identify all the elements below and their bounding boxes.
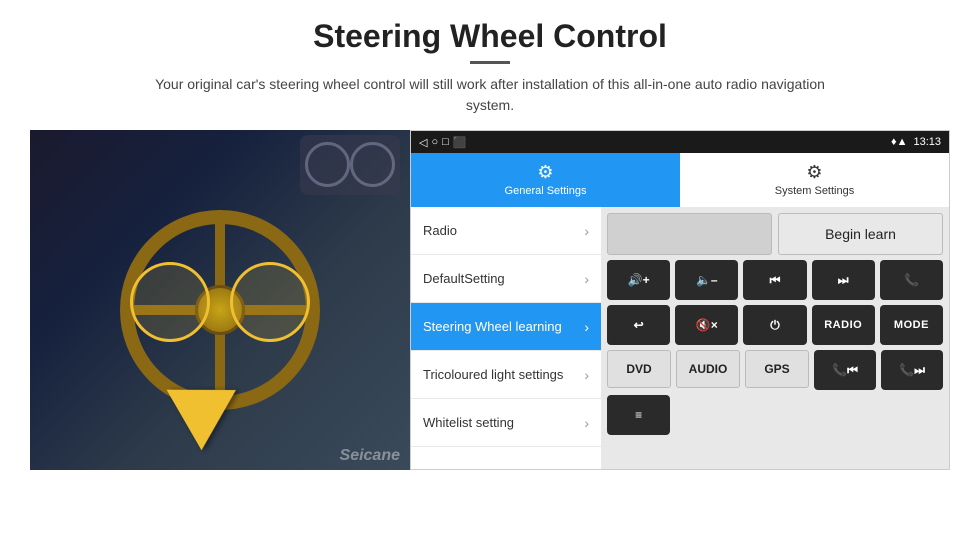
chevron-icon: ›: [584, 319, 589, 335]
btn-row-4: ≡: [607, 395, 943, 435]
gauge-right: [350, 142, 395, 187]
arrow-container: [180, 370, 240, 440]
tab-bar: ⚙ General Settings ⚙ System Settings: [411, 153, 949, 207]
chevron-icon: ›: [584, 415, 589, 431]
menu-button[interactable]: ≡: [607, 395, 670, 435]
prev-track-button[interactable]: ⏮: [743, 260, 806, 300]
gps-button[interactable]: GPS: [745, 350, 809, 388]
mode-label: MODE: [894, 319, 929, 331]
menu-tricoloured-label: Tricoloured light settings: [423, 367, 563, 382]
dvd-label: DVD: [626, 362, 651, 376]
tel-next-button[interactable]: 📞⏭: [881, 350, 943, 390]
vol-down-button[interactable]: 🔈–: [675, 260, 738, 300]
phone-button[interactable]: 📞: [880, 260, 943, 300]
menu-item-radio[interactable]: Radio ›: [411, 207, 601, 255]
car-photo: Seicane: [30, 130, 410, 470]
btn-row-2: ↩ 🔇× ⏻ RADIO MO: [607, 305, 943, 345]
button-grid: 🔊+ 🔈– ⏮ ⏭ 📞: [607, 260, 943, 435]
chevron-icon: ›: [584, 271, 589, 287]
begin-learn-button[interactable]: Begin learn: [778, 213, 943, 255]
nav-menu-icon[interactable]: ⬛: [453, 136, 467, 149]
menu-item-default[interactable]: DefaultSetting ›: [411, 255, 601, 303]
vol-up-button[interactable]: 🔊+: [607, 260, 670, 300]
gauge-left: [305, 142, 350, 187]
menu-default-label: DefaultSetting: [423, 271, 505, 286]
btn-row-1: 🔊+ 🔈– ⏮ ⏭ 📞: [607, 260, 943, 300]
tel-prev-icon: 📞⏮: [832, 363, 858, 378]
mode-button[interactable]: MODE: [880, 305, 943, 345]
nav-recent-icon[interactable]: □: [442, 136, 449, 148]
tel-prev-button[interactable]: 📞⏮: [814, 350, 876, 390]
menu-item-tricoloured[interactable]: Tricoloured light settings ›: [411, 351, 601, 399]
mute-button[interactable]: 🔇×: [675, 305, 738, 345]
wifi-icon: ♦▲: [891, 136, 908, 148]
status-bar: ◁ ○ □ ⬛ ♦▲ 13:13: [411, 131, 949, 153]
power-button[interactable]: ⏻: [743, 305, 806, 345]
radio-button[interactable]: RADIO: [812, 305, 875, 345]
vol-up-icon: 🔊+: [628, 273, 650, 287]
nav-home-icon[interactable]: ○: [431, 136, 438, 148]
status-icons: ◁ ○ □ ⬛: [419, 136, 466, 149]
nav-back-icon[interactable]: ◁: [419, 136, 427, 149]
gear-icon: ⚙: [537, 162, 553, 183]
menu-list: Radio › DefaultSetting › Steering Wheel …: [411, 207, 601, 469]
hang-up-icon: ↩: [634, 318, 644, 332]
menu-item-steering[interactable]: Steering Wheel learning ›: [411, 303, 601, 351]
chevron-icon: ›: [584, 223, 589, 239]
tel-next-icon: 📞⏭: [899, 363, 925, 378]
menu-icon: ≡: [635, 408, 642, 422]
menu-steering-label: Steering Wheel learning: [423, 319, 562, 334]
tab-system[interactable]: ⚙ System Settings: [680, 153, 949, 207]
panel-body: Radio › DefaultSetting › Steering Wheel …: [411, 207, 949, 469]
empty-box: [607, 213, 772, 255]
page-title: Steering Wheel Control: [313, 18, 667, 55]
tab-general-label: General Settings: [505, 185, 587, 197]
tab-system-label: System Settings: [775, 185, 854, 197]
top-row: Begin learn: [607, 213, 943, 255]
chevron-icon: ›: [584, 367, 589, 383]
audio-button[interactable]: AUDIO: [676, 350, 740, 388]
radio-label: RADIO: [824, 319, 862, 331]
ui-panel: ◁ ○ □ ⬛ ♦▲ 13:13 ⚙ General Settings ⚙: [410, 130, 950, 470]
highlight-left: [130, 262, 210, 342]
tab-general[interactable]: ⚙ General Settings: [411, 153, 680, 207]
clock: 13:13: [913, 136, 941, 148]
controls-area: Begin learn 🔊+ 🔈–: [601, 207, 949, 469]
audio-label: AUDIO: [689, 362, 728, 376]
page-container: Steering Wheel Control Your original car…: [0, 0, 980, 546]
gps-label: GPS: [764, 362, 789, 376]
next-track-button[interactable]: ⏭: [812, 260, 875, 300]
main-content: Seicane ◁ ○ □ ⬛ ♦▲ 13:13 ⚙: [30, 130, 950, 470]
power-icon: ⏻: [770, 318, 780, 333]
title-divider: [470, 61, 510, 64]
dvd-button[interactable]: DVD: [607, 350, 671, 388]
prev-icon: ⏮: [770, 273, 781, 288]
vol-down-icon: 🔈–: [696, 273, 718, 287]
phone-icon: 📞: [904, 273, 919, 287]
hang-up-button[interactable]: ↩: [607, 305, 670, 345]
menu-radio-label: Radio: [423, 223, 457, 238]
menu-item-whitelist[interactable]: Whitelist setting ›: [411, 399, 601, 447]
status-right: ♦▲ 13:13: [891, 136, 941, 148]
dashboard-bg: [300, 135, 400, 195]
btn-row-3: DVD AUDIO GPS 📞⏮: [607, 350, 943, 390]
next-icon: ⏭: [838, 273, 849, 288]
system-icon: ⚙: [806, 162, 822, 183]
menu-whitelist-label: Whitelist setting: [423, 415, 514, 430]
highlight-right: [230, 262, 310, 342]
watermark: Seicane: [340, 447, 400, 465]
mute-icon: 🔇×: [696, 318, 718, 332]
page-subtitle: Your original car's steering wheel contr…: [140, 74, 840, 116]
